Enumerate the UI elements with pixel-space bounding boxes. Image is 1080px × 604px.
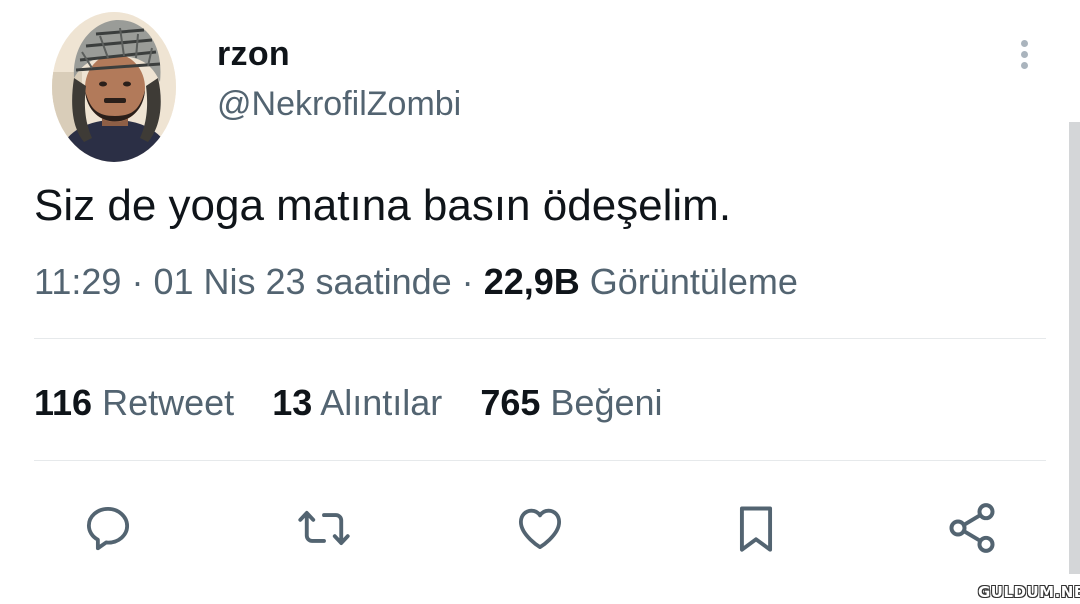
more-dot-icon <box>1020 51 1028 58</box>
retweet-button[interactable] <box>296 500 352 556</box>
likes-label: Beğeni <box>550 382 663 423</box>
meta-separator: · <box>461 261 474 302</box>
retweets-count: 116 <box>34 382 93 423</box>
engagement-stats: 116 Retweet 13 Alıntılar 765 Beğeni <box>34 381 691 425</box>
likes-count: 765 <box>480 382 541 423</box>
tweet-date[interactable]: 01 Nis 23 saatinde <box>153 261 451 302</box>
meta-separator: · <box>131 261 144 302</box>
quotes-stat[interactable]: 13 Alıntılar <box>272 381 442 425</box>
bookmark-icon <box>739 506 773 552</box>
divider <box>34 460 1046 461</box>
avatar-image <box>52 12 176 162</box>
views-count[interactable]: 22,9B <box>484 261 580 302</box>
quotes-count: 13 <box>272 382 313 423</box>
scrollbar[interactable] <box>1069 122 1080 574</box>
tweet-time[interactable]: 11:29 <box>34 261 121 302</box>
views-label[interactable]: Görüntüleme <box>590 261 798 302</box>
retweet-icon <box>298 510 350 546</box>
tweet-card: rzon @NekrofilZombi Siz de yoga matına b… <box>0 0 1080 604</box>
share-button[interactable] <box>944 500 1000 556</box>
reply-icon <box>86 506 130 551</box>
author-block: rzon @NekrofilZombi <box>217 34 461 124</box>
tweet-text: Siz de yoga matına basın ödeşelim. <box>34 181 732 230</box>
like-icon <box>518 508 562 550</box>
retweets-label: Retweet <box>102 382 235 423</box>
user-handle[interactable]: @NekrofilZombi <box>217 84 461 124</box>
watermark: GULDUM.NET <box>978 583 1080 601</box>
tweet-meta: 11:29 · 01 Nis 23 saatinde · 22,9B Görün… <box>34 260 798 304</box>
retweets-stat[interactable]: 116 Retweet <box>34 381 234 425</box>
avatar[interactable] <box>52 12 176 162</box>
like-button[interactable] <box>512 500 568 556</box>
share-icon <box>949 503 995 553</box>
likes-stat[interactable]: 765 Beğeni <box>480 381 662 425</box>
more-dot-icon <box>1020 62 1028 69</box>
display-name[interactable]: rzon <box>217 34 461 74</box>
quotes-label: Alıntılar <box>320 382 443 423</box>
more-options-button[interactable] <box>1008 36 1040 76</box>
bookmark-button[interactable] <box>728 500 784 556</box>
more-dot-icon <box>1020 40 1028 47</box>
reply-button[interactable] <box>80 500 136 556</box>
divider <box>34 338 1046 339</box>
